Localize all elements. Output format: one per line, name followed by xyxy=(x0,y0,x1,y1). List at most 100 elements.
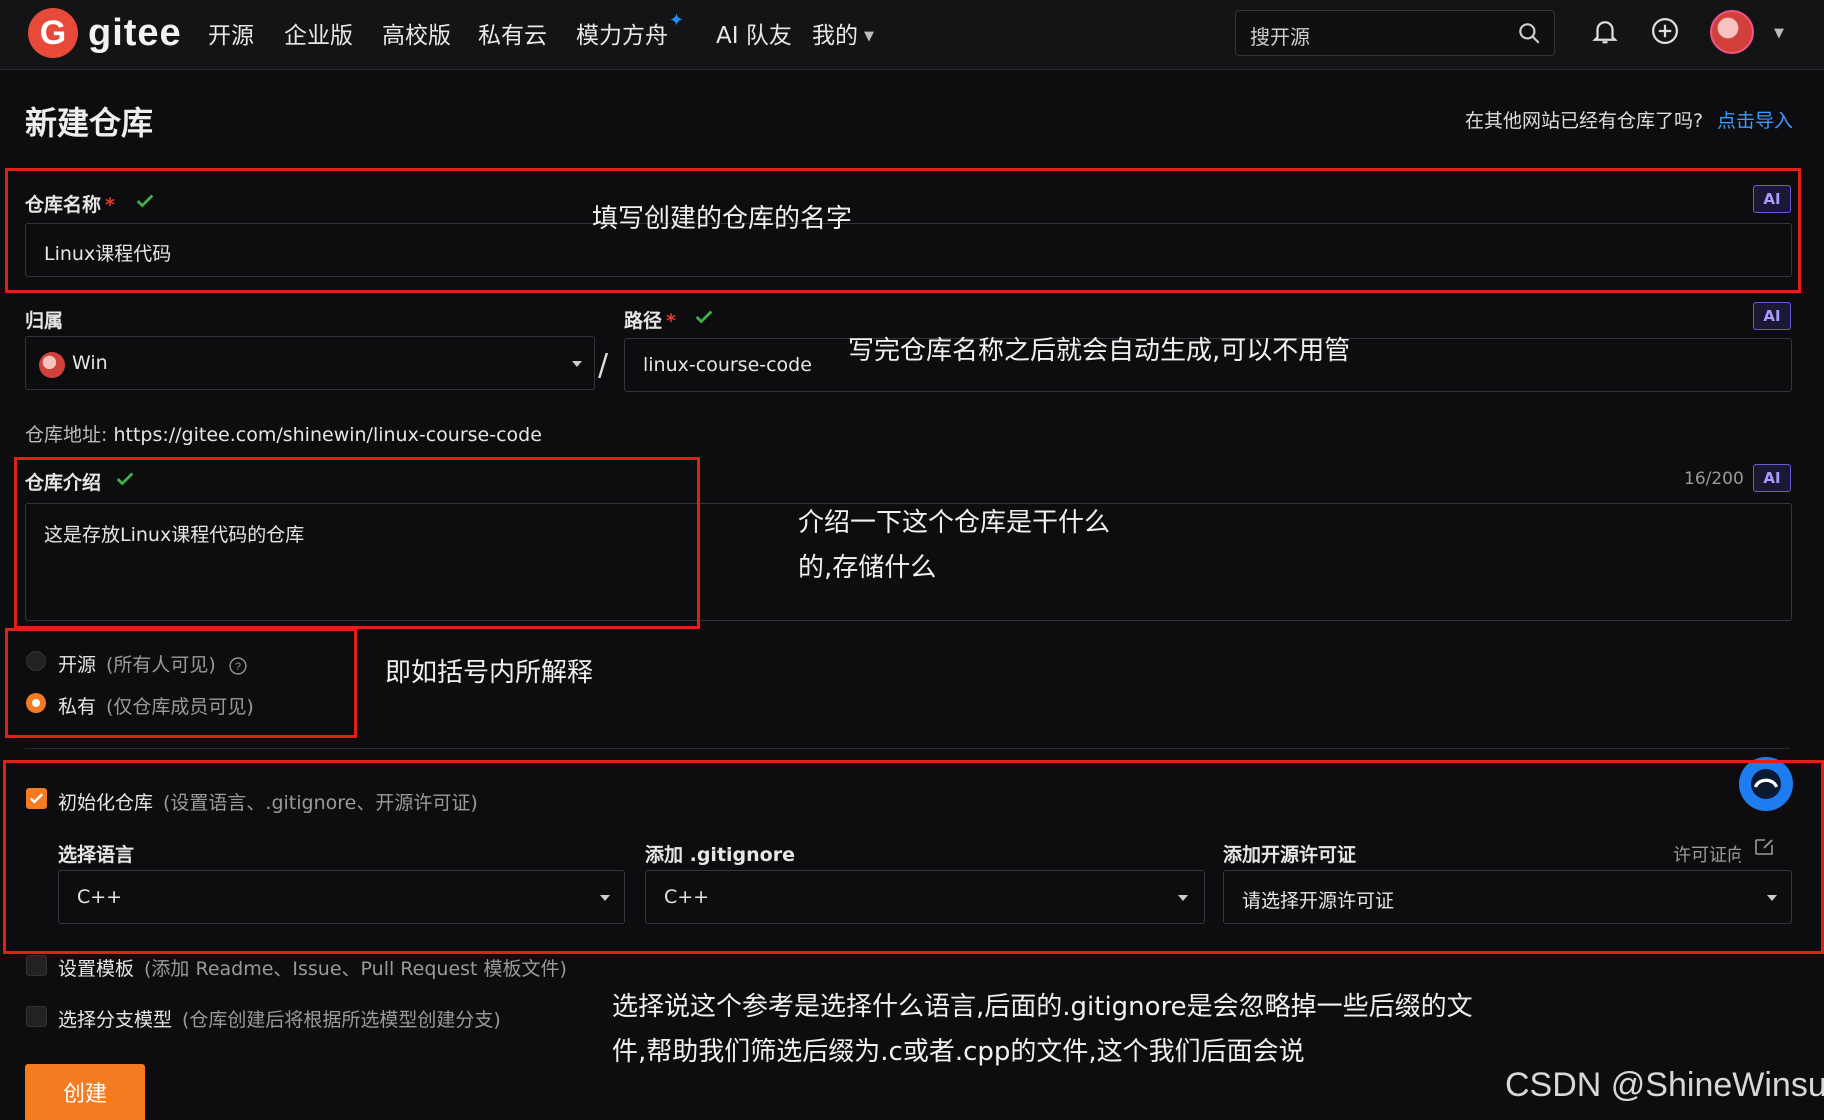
caret-down-icon xyxy=(572,361,582,367)
repo-name-label-text: 仓库名称 xyxy=(25,194,102,216)
caret-down-icon xyxy=(600,895,610,901)
gitignore-value: C++ xyxy=(664,886,710,908)
assistant-icon xyxy=(1751,769,1781,799)
page-title: 新建仓库 xyxy=(25,104,154,142)
nav-item-education[interactable]: 高校版 xyxy=(382,16,451,50)
owner-value: Win xyxy=(72,352,108,374)
license-value: 请选择开源许可证 xyxy=(1242,890,1395,912)
nav-item-moli-label: 模力方舟 xyxy=(576,23,668,49)
caret-down-icon xyxy=(1767,895,1777,901)
template-label: 设置模板 xyxy=(58,958,135,980)
annotation-path: 写完仓库名称之后就会自动生成,可以不用管 xyxy=(848,336,1351,366)
bell-icon[interactable] xyxy=(1590,16,1620,46)
description-value: 这是存放Linux课程代码的仓库 xyxy=(44,524,305,546)
caret-down-icon xyxy=(1178,895,1188,901)
annotation-description-line1: 介绍一下这个仓库是干什么 xyxy=(798,508,1111,538)
branch-model-hint: (仓库创建后将根据所选模型创建分支) xyxy=(182,1009,501,1031)
path-separator: / xyxy=(598,348,609,383)
check-icon xyxy=(136,194,154,208)
visibility-public-option[interactable]: 开源 (所有人可见) ? xyxy=(58,650,248,677)
avatar[interactable] xyxy=(1710,10,1754,54)
branch-model-label: 选择分支模型 xyxy=(58,1009,173,1031)
repo-name-ai-button[interactable]: AI xyxy=(1753,185,1791,213)
help-icon[interactable]: ? xyxy=(228,656,248,676)
visibility-public-radio[interactable] xyxy=(26,651,46,671)
owner-select[interactable]: Win xyxy=(25,336,595,390)
branch-model-option[interactable]: 选择分支模型 (仓库创建后将根据所选模型创建分支) xyxy=(58,1005,501,1032)
annotation-box-visibility xyxy=(5,628,357,738)
visibility-private-radio[interactable] xyxy=(26,693,46,713)
edit-icon[interactable] xyxy=(1752,834,1776,858)
path-label: 路径 * xyxy=(624,306,676,333)
repo-name-input[interactable]: Linux课程代码 xyxy=(25,223,1792,277)
annotation-init-line1: 选择说这个参考是选择什么语言,后面的.gitignore是会忽略掉一些后缀的文 xyxy=(612,992,1473,1022)
import-link[interactable]: 点击导入 xyxy=(1717,106,1793,133)
repo-name-label: 仓库名称 * xyxy=(25,190,115,217)
description-label: 仓库介绍 xyxy=(25,472,102,494)
init-repo-checkbox[interactable] xyxy=(26,788,47,809)
search-icon[interactable] xyxy=(1516,20,1542,46)
visibility-private-label: 私有 xyxy=(58,696,97,718)
license-label: 添加开源许可证 xyxy=(1223,844,1357,866)
required-mark: * xyxy=(105,194,115,216)
import-question: 在其他网站已经有仓库了吗? xyxy=(1465,110,1704,132)
gitignore-label: 添加 .gitignore xyxy=(645,844,795,866)
chevron-down-icon[interactable]: ▼ xyxy=(1774,26,1784,41)
search-box[interactable]: 搜开源 xyxy=(1235,10,1555,56)
top-nav: G gitee 开源 企业版 高校版 私有云 模力方舟 ✦ AI 队友 我的 ▼ … xyxy=(0,0,1824,70)
gitee-logo-mark: G xyxy=(28,8,78,58)
init-repo-option[interactable]: 初始化仓库 (设置语言、.gitignore、开源许可证) xyxy=(58,788,478,815)
license-side-label: 许可证向 xyxy=(1673,845,1741,866)
check-icon xyxy=(695,310,713,324)
nav-item-ai-teammate[interactable]: AI 队友 xyxy=(716,16,792,50)
svg-text:?: ? xyxy=(235,660,241,672)
annotation-init-line2: 件,帮助我们筛选后缀为.c或者.cpp的文件,这个我们后面会说 xyxy=(612,1037,1305,1067)
template-checkbox[interactable] xyxy=(26,955,47,976)
sparkle-icon: ✦ xyxy=(668,10,684,31)
checkmark-icon xyxy=(29,793,44,804)
watermark: CSDN @ShineWinsu xyxy=(1505,1066,1824,1104)
check-icon xyxy=(116,472,134,486)
divider xyxy=(25,748,1790,749)
gitee-logo-text: gitee xyxy=(88,11,182,54)
annotation-description-line2: 的,存储什么 xyxy=(798,553,937,583)
path-label-text: 路径 xyxy=(624,310,663,332)
owner-avatar xyxy=(39,352,65,378)
language-value: C++ xyxy=(77,886,123,908)
search-placeholder: 搜开源 xyxy=(1250,25,1310,49)
nav-item-moli[interactable]: 模力方舟 ✦ xyxy=(576,10,684,50)
template-hint: (添加 Readme、Issue、Pull Request 模板文件) xyxy=(144,958,567,980)
required-mark: * xyxy=(666,310,676,332)
caret-down-icon: ▼ xyxy=(864,29,874,44)
repo-url-value: https://gitee.com/shinewin/linux-course-… xyxy=(113,424,542,446)
visibility-public-label: 开源 xyxy=(58,654,97,676)
gitee-logo[interactable]: G gitee xyxy=(28,8,182,58)
visibility-private-hint: (仅仓库成员可见) xyxy=(106,696,254,718)
nav-item-enterprise[interactable]: 企业版 xyxy=(284,16,353,50)
description-ai-button[interactable]: AI xyxy=(1753,464,1791,492)
language-label: 选择语言 xyxy=(58,844,135,866)
nav-item-mine-label: 我的 xyxy=(812,23,858,49)
owner-label: 归属 xyxy=(25,310,64,332)
init-repo-hint: (设置语言、.gitignore、开源许可证) xyxy=(163,792,478,814)
repo-url-label: 仓库地址: xyxy=(25,424,108,446)
license-select[interactable]: 请选择开源许可证 xyxy=(1223,870,1792,924)
visibility-public-hint: (所有人可见) xyxy=(106,654,216,676)
description-counter: 16/200 xyxy=(1684,469,1744,489)
init-repo-label: 初始化仓库 xyxy=(58,792,154,814)
gitignore-select[interactable]: C++ xyxy=(645,870,1205,924)
repo-url: 仓库地址: https://gitee.com/shinewin/linux-c… xyxy=(25,420,542,447)
assistant-float-button[interactable] xyxy=(1739,757,1793,811)
annotation-visibility: 即如括号内所解释 xyxy=(385,658,594,688)
plus-circle-icon[interactable] xyxy=(1650,16,1680,46)
nav-item-mine[interactable]: 我的 ▼ xyxy=(812,16,874,50)
path-ai-button[interactable]: AI xyxy=(1753,302,1791,330)
visibility-private-option[interactable]: 私有 (仅仓库成员可见) xyxy=(58,692,254,719)
nav-item-private-cloud[interactable]: 私有云 xyxy=(478,16,547,50)
annotation-name: 填写创建的仓库的名字 xyxy=(592,204,853,234)
nav-item-open-source[interactable]: 开源 xyxy=(208,16,254,50)
language-select[interactable]: C++ xyxy=(58,870,625,924)
template-option[interactable]: 设置模板 (添加 Readme、Issue、Pull Request 模板文件) xyxy=(58,954,567,981)
branch-model-checkbox[interactable] xyxy=(26,1006,47,1027)
create-button[interactable]: 创建 xyxy=(25,1064,145,1120)
